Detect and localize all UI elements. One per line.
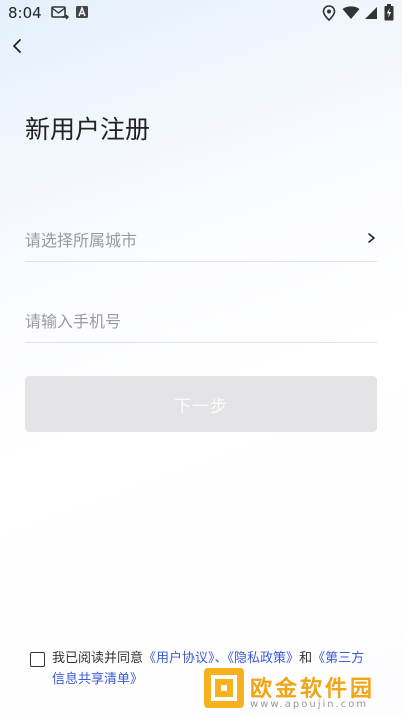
user-agreement-link[interactable]: 《用户协议》 <box>143 651 215 666</box>
phone-placeholder: 请输入手机号 <box>25 312 122 331</box>
separator: 、 <box>214 651 228 666</box>
wifi-icon <box>342 6 360 19</box>
back-button[interactable] <box>6 34 30 58</box>
chevron-left-icon <box>13 39 21 53</box>
phone-input[interactable]: 请输入手机号 <box>25 296 377 343</box>
a-badge-icon <box>76 6 88 18</box>
status-bar: 8:04 <box>0 0 402 28</box>
and-text: 和 <box>299 651 313 666</box>
agree-checkbox[interactable] <box>30 652 45 667</box>
next-step-button[interactable]: 下一步 <box>25 376 377 432</box>
privacy-policy-link[interactable]: 《隐私政策》 <box>228 651 300 666</box>
city-selector[interactable]: 请选择所属城市 <box>25 215 377 262</box>
battery-icon <box>384 4 394 21</box>
chevron-right-icon <box>368 233 375 243</box>
brand-logo-icon <box>211 675 237 701</box>
status-time: 8:04 <box>8 4 42 22</box>
watermark: 欧金软件园 www.apoujin.com <box>204 668 402 716</box>
signal-icon <box>365 7 377 19</box>
location-icon <box>322 5 336 21</box>
city-placeholder: 请选择所属城市 <box>25 231 138 250</box>
forward-mail-icon <box>51 6 69 20</box>
page-title: 新用户注册 <box>25 115 151 144</box>
agreement-prefix: 我已阅读并同意 <box>52 651 144 666</box>
watermark-logo <box>204 668 244 708</box>
watermark-url: www.apoujin.com <box>250 699 369 710</box>
